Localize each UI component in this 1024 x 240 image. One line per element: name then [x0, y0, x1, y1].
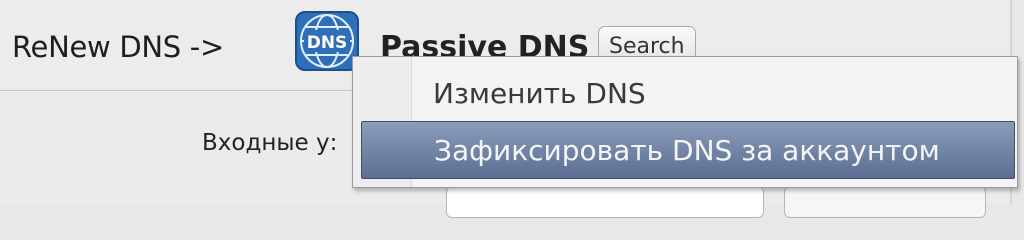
menu-item-label: Зафиксировать DNS за аккаунтом: [434, 134, 940, 167]
input-field-label: Входные у:: [202, 130, 338, 156]
context-menu: Изменить DNS Зафиксировать DNS за аккаун…: [352, 56, 1018, 188]
menu-item-pin-dns-to-account[interactable]: Зафиксировать DNS за аккаунтом: [361, 121, 1015, 179]
input-field[interactable]: [446, 186, 764, 218]
renew-dns-label: ReNew DNS ->: [12, 30, 224, 64]
dns-icon-text: DNS: [307, 33, 348, 53]
menu-item-change-dns[interactable]: Изменить DNS: [361, 63, 1013, 121]
dns-globe-icon[interactable]: DNS: [294, 10, 360, 72]
menu-item-label: Изменить DNS: [433, 77, 646, 110]
secondary-input-field[interactable]: [784, 186, 986, 218]
